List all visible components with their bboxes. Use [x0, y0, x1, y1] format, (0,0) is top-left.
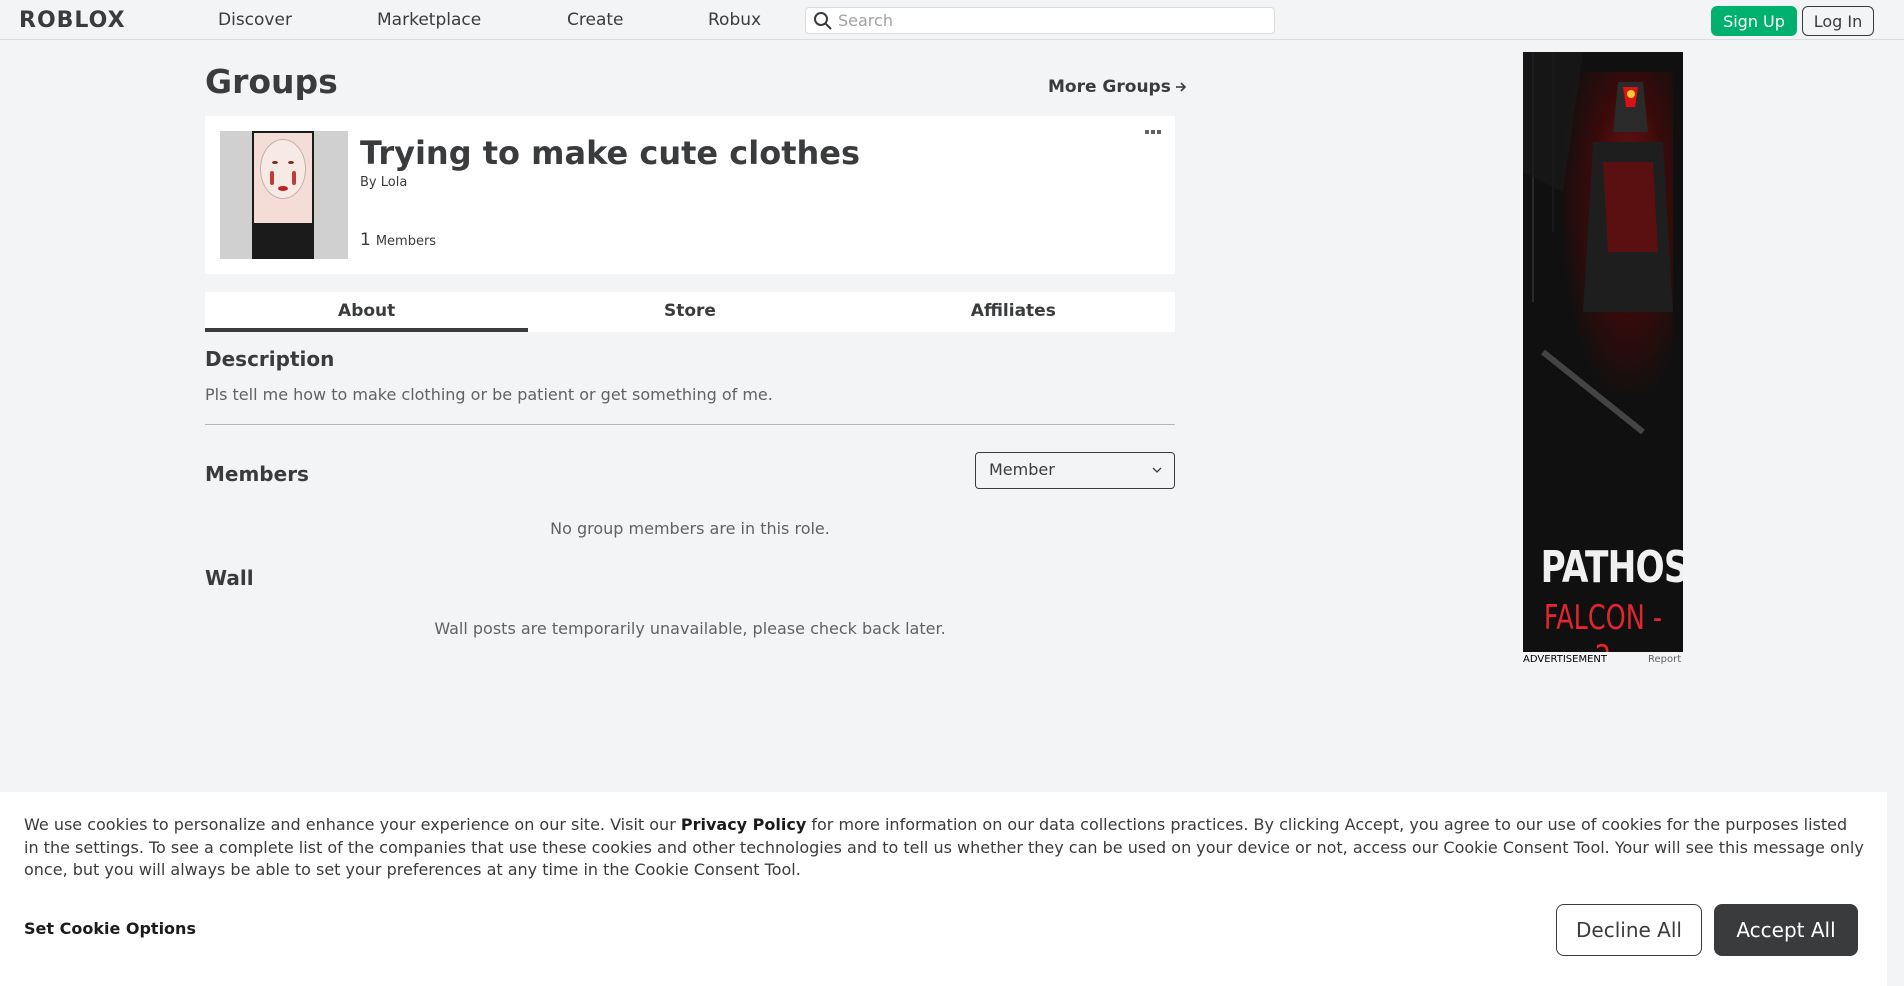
- description-heading: Description: [205, 347, 335, 371]
- tab-affiliates[interactable]: Affiliates: [852, 292, 1175, 332]
- more-options-icon[interactable]: [1145, 130, 1163, 138]
- owner-prefix: By: [360, 175, 377, 190]
- more-groups-link[interactable]: More Groups: [1048, 77, 1187, 97]
- more-groups-label: More Groups: [1048, 77, 1171, 97]
- member-count-value: 1: [360, 230, 371, 250]
- advertisement-banner[interactable]: PATHOS FALCON - 2: [1523, 52, 1683, 652]
- member-count: 1 Members: [360, 230, 436, 250]
- page-title: Groups: [205, 62, 338, 101]
- roblox-logo[interactable]: ROBLOX: [19, 7, 126, 33]
- search-icon[interactable]: [813, 11, 833, 31]
- search-box: [805, 7, 1275, 34]
- nav-link-discover[interactable]: Discover: [218, 10, 292, 30]
- search-input[interactable]: [838, 9, 1268, 32]
- tab-about[interactable]: About: [205, 292, 529, 332]
- ad-title-line2: FALCON - 2: [1543, 598, 1663, 652]
- divider: [205, 424, 1175, 425]
- log-in-button[interactable]: Log In: [1802, 6, 1874, 36]
- top-navigation-bar: ROBLOX Discover Marketplace Create Robux…: [0, 0, 1904, 40]
- tab-store[interactable]: Store: [528, 292, 851, 332]
- group-tabs: About Store Affiliates: [205, 292, 1175, 332]
- group-owner: By Lola: [360, 175, 407, 190]
- nav-link-marketplace[interactable]: Marketplace: [377, 10, 481, 30]
- cookie-message: We use cookies to personalize and enhanc…: [24, 814, 1864, 882]
- decline-all-button[interactable]: Decline All: [1556, 904, 1702, 956]
- owner-link[interactable]: Lola: [381, 175, 408, 190]
- group-emblem-image[interactable]: [220, 131, 348, 259]
- group-header-card: Trying to make cute clothes By Lola 1 Me…: [205, 116, 1175, 274]
- member-count-label: Members: [375, 234, 437, 249]
- wall-heading: Wall: [205, 566, 254, 590]
- cookie-consent-banner: We use cookies to personalize and enhanc…: [0, 792, 1887, 986]
- advertisement-label: ADVERTISEMENT: [1523, 654, 1608, 665]
- role-dropdown-value: Member: [989, 460, 1055, 479]
- members-heading: Members: [205, 462, 309, 486]
- description-text: Pls tell me how to make clothing or be p…: [205, 385, 773, 404]
- cookie-text-before: We use cookies to personalize and enhanc…: [24, 815, 681, 834]
- wall-unavailable-message: Wall posts are temporarily unavailable, …: [434, 619, 946, 638]
- logo-text: ROBLOX: [19, 7, 126, 33]
- group-name: Trying to make cute clothes: [360, 134, 861, 172]
- nav-link-create[interactable]: Create: [567, 10, 624, 30]
- nav-link-robux[interactable]: Robux: [708, 10, 761, 30]
- no-members-message: No group members are in this role.: [550, 519, 830, 538]
- arrow-right-icon: [1175, 82, 1186, 92]
- ad-title-line1: PATHOS: [1540, 542, 1683, 593]
- chevron-down-icon: [1152, 467, 1162, 473]
- ad-report-link[interactable]: Report: [1648, 654, 1681, 665]
- role-dropdown[interactable]: Member: [975, 452, 1175, 489]
- privacy-policy-link[interactable]: Privacy Policy: [681, 815, 806, 834]
- accept-all-button[interactable]: Accept All: [1714, 904, 1858, 956]
- set-cookie-options-link[interactable]: Set Cookie Options: [24, 919, 196, 938]
- sign-up-button[interactable]: Sign Up: [1711, 6, 1797, 36]
